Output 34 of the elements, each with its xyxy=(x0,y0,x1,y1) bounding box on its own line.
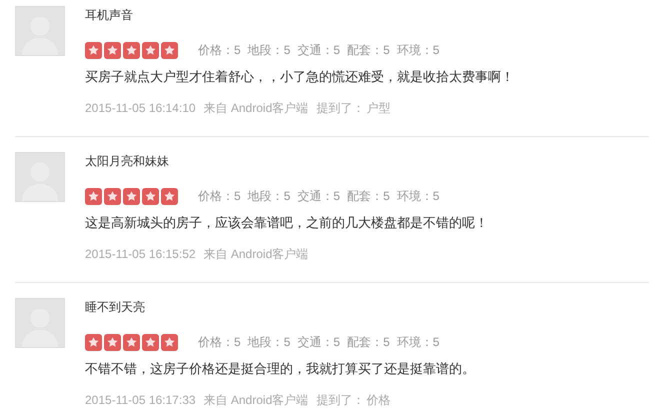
score-text: 环境：5 xyxy=(396,42,440,59)
author-name: 耳机声音 xyxy=(85,7,134,24)
comment-text: 买房子就点大户型才住着舒心，，小了急的慌还难受，就是收拾太费事啊！ xyxy=(85,68,514,86)
timestamp: 2015-11-05 16:17:33 xyxy=(85,392,196,409)
score-text: 交通：5 xyxy=(297,42,340,59)
source-text: 来自 Android客户端 xyxy=(204,246,308,263)
mention-link[interactable]: 价格 xyxy=(366,391,390,409)
mention-link[interactable]: 户型 xyxy=(366,99,390,117)
mention-label: 提到了： xyxy=(316,392,364,409)
score-text: 交通：5 xyxy=(297,188,340,205)
source-text: 来自 Android客户端 xyxy=(204,100,308,117)
score-text: 配套：5 xyxy=(347,334,390,351)
score-text: 价格：5 xyxy=(198,42,241,59)
mention-label: 提到了： xyxy=(316,100,364,117)
score-text: 交通：5 xyxy=(297,334,340,351)
score-text: 地段：5 xyxy=(248,188,290,205)
score-text: 价格：5 xyxy=(198,334,241,351)
source-text: 来自 Android客户端 xyxy=(204,392,308,409)
score-text: 价格：5 xyxy=(198,188,241,205)
score-text: 配套：5 xyxy=(347,188,390,205)
score-text: 地段：5 xyxy=(248,334,290,351)
timestamp: 2015-11-05 16:15:52 xyxy=(85,246,196,263)
author-name: 睡不到天亮 xyxy=(85,299,146,316)
score-text: 环境：5 xyxy=(396,188,440,205)
author-name: 太阳月亮和妹妹 xyxy=(85,153,170,170)
avatar xyxy=(15,6,65,56)
score-text: 地段：5 xyxy=(248,42,290,59)
comment-text: 这是高新城头的房子，应该会靠谱吧，之前的几大楼盘都是不错的呢！ xyxy=(85,214,488,232)
comment-text: 不错不错，这房子价格还是挺合理的，我就打算买了还是挺靠谱的。 xyxy=(85,360,475,378)
timestamp: 2015-11-05 16:14:10 xyxy=(85,100,196,117)
avatar xyxy=(15,298,65,348)
score-text: 配套：5 xyxy=(347,42,390,59)
avatar xyxy=(15,152,65,202)
score-text: 环境：5 xyxy=(396,334,440,351)
